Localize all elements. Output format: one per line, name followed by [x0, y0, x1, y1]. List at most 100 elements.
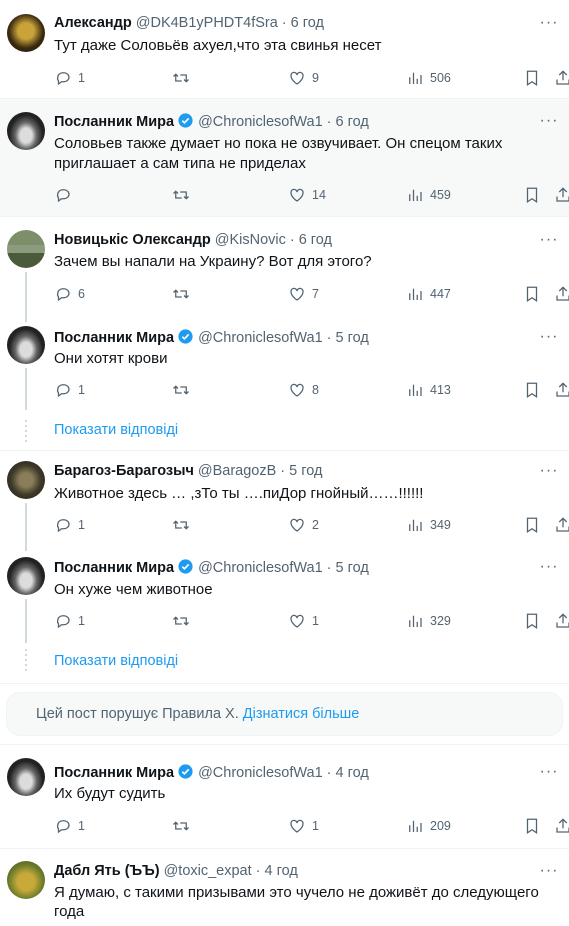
author-handle[interactable]: @ChroniclesofWa1	[198, 114, 323, 130]
share-button[interactable]	[554, 68, 569, 88]
author-handle[interactable]: @ChroniclesofWa1	[198, 330, 323, 346]
show-replies-link[interactable]: Показати відповіді	[54, 421, 178, 439]
more-icon[interactable]: ···	[539, 764, 559, 785]
more-icon[interactable]: ···	[539, 15, 559, 36]
more-icon[interactable]: ···	[539, 113, 559, 134]
avatar[interactable]	[7, 461, 45, 499]
author-name[interactable]: Барагоз-Барагозыч	[54, 463, 194, 479]
author-name[interactable]: Новицькіс Олександр	[54, 232, 211, 248]
author-handle[interactable]: @toxic_expat	[164, 863, 252, 879]
views-button[interactable]: 349	[406, 515, 451, 535]
reply-button[interactable]: 1	[54, 68, 85, 88]
tweet[interactable]: Посланник Мира @ChroniclesofWa1 · 4 год ··…	[0, 745, 569, 848]
bookmark-button[interactable]	[523, 380, 541, 400]
reply-button[interactable]: 6	[54, 284, 85, 304]
learn-more-link[interactable]: Дізнатися більше	[243, 706, 360, 722]
tweet[interactable]: Александр @DK4B1yPHDT4fSra · 6 год ··· Тут…	[0, 0, 569, 98]
views-button[interactable]: 209	[406, 816, 451, 836]
tweet[interactable]: Новицькіс Олександр @KisNovic · 6 год ··· …	[0, 217, 569, 322]
like-button[interactable]: 8	[288, 380, 319, 400]
retweet-button[interactable]	[172, 284, 190, 304]
author-handle[interactable]: @ChroniclesofWa1	[198, 765, 323, 781]
more-icon[interactable]: ···	[539, 329, 559, 350]
reply-button[interactable]: 1	[54, 515, 85, 535]
like-button[interactable]: 9	[288, 68, 319, 88]
bookmark-button[interactable]	[523, 816, 541, 836]
avatar[interactable]	[7, 557, 45, 595]
views-button[interactable]: 506	[406, 68, 451, 88]
show-replies-link[interactable]: Показати відповіді	[54, 652, 178, 670]
share-button[interactable]	[554, 185, 569, 205]
retweet-button[interactable]	[172, 380, 190, 400]
more-icon[interactable]: ···	[539, 463, 559, 484]
verified-badge-icon[interactable]	[177, 328, 194, 345]
like-button[interactable]: 1	[288, 611, 319, 631]
tweet[interactable]: Барагоз-Барагозыч @BaragozB · 5 год ··· Жи…	[0, 451, 569, 551]
tweet-header: Дабл Ять (ЪЪ) @toxic_expat · 4 год	[54, 862, 529, 880]
avatar[interactable]	[7, 758, 45, 796]
tweet[interactable]: Посланник Мира @ChroniclesofWa1 · 5 год ··…	[0, 551, 569, 683]
reply-button[interactable]: 1	[54, 380, 85, 400]
timestamp[interactable]: · 6 год	[327, 114, 369, 130]
reply-button[interactable]: 1	[54, 611, 85, 631]
avatar[interactable]	[7, 112, 45, 150]
avatar[interactable]	[7, 326, 45, 364]
timestamp[interactable]: · 6 год	[290, 232, 332, 248]
reply-button[interactable]: 1	[54, 816, 85, 836]
views-button[interactable]: 413	[406, 380, 451, 400]
more-icon[interactable]: ···	[539, 232, 559, 253]
more-icon[interactable]: ···	[539, 863, 559, 884]
timestamp[interactable]: · 6 год	[282, 15, 324, 31]
author-name[interactable]: Посланник Мира	[54, 330, 174, 346]
like-button[interactable]: 7	[288, 284, 319, 304]
verified-badge-icon[interactable]	[177, 112, 194, 129]
bookmark-button[interactable]	[523, 185, 541, 205]
author-name[interactable]: Посланник Мира	[54, 114, 174, 130]
retweet-button[interactable]	[172, 611, 190, 631]
retweet-button[interactable]	[172, 515, 190, 535]
bookmark-button[interactable]	[523, 284, 541, 304]
action-bar: 6 7 447	[54, 284, 569, 304]
author-name[interactable]: Посланник Мира	[54, 560, 174, 576]
timestamp[interactable]: · 5 год	[327, 330, 369, 346]
timestamp[interactable]: · 5 год	[280, 463, 322, 479]
views-button[interactable]: 447	[406, 284, 451, 304]
retweet-button[interactable]	[172, 185, 190, 205]
views-button[interactable]: 459	[406, 185, 451, 205]
timestamp[interactable]: · 5 год	[327, 560, 369, 576]
author-name[interactable]: Посланник Мира	[54, 765, 174, 781]
bookmark-button[interactable]	[523, 515, 541, 535]
verified-badge-icon[interactable]	[177, 763, 194, 780]
share-button[interactable]	[554, 816, 569, 836]
share-button[interactable]	[554, 380, 569, 400]
views-button[interactable]: 329	[406, 611, 451, 631]
retweet-button[interactable]	[172, 816, 190, 836]
like-button[interactable]: 14	[288, 185, 326, 205]
author-handle[interactable]: @DK4B1yPHDT4fSra	[136, 15, 278, 31]
timestamp[interactable]: · 4 год	[327, 765, 369, 781]
more-icon[interactable]: ···	[539, 559, 559, 580]
avatar[interactable]	[7, 861, 45, 899]
like-button[interactable]: 2	[288, 515, 319, 535]
bookmark-button[interactable]	[523, 68, 541, 88]
author-handle[interactable]: @ChroniclesofWa1	[198, 560, 323, 576]
author-handle[interactable]: @KisNovic	[215, 232, 286, 248]
avatar[interactable]	[7, 14, 45, 52]
share-button[interactable]	[554, 611, 569, 631]
reply-button[interactable]	[54, 185, 72, 205]
tweet[interactable]: Дабл Ять (ЪЪ) @toxic_expat · 4 год ··· Я д…	[0, 849, 569, 926]
tweet[interactable]: Посланник Мира @ChroniclesofWa1 · 5 год ··…	[0, 322, 569, 450]
bookmark-button[interactable]	[523, 611, 541, 631]
reply-count: 6	[78, 287, 85, 301]
share-button[interactable]	[554, 284, 569, 304]
retweet-button[interactable]	[172, 68, 190, 88]
timestamp[interactable]: · 4 год	[256, 863, 298, 879]
share-button[interactable]	[554, 515, 569, 535]
verified-badge-icon[interactable]	[177, 558, 194, 575]
tweet[interactable]: Посланник Мира @ChroniclesofWa1 · 6 год ··…	[0, 99, 569, 216]
like-button[interactable]: 1	[288, 816, 319, 836]
author-name[interactable]: Дабл Ять (ЪЪ)	[54, 863, 160, 879]
author-name[interactable]: Александр	[54, 15, 132, 31]
avatar[interactable]	[7, 230, 45, 268]
author-handle[interactable]: @BaragozB	[198, 463, 276, 479]
